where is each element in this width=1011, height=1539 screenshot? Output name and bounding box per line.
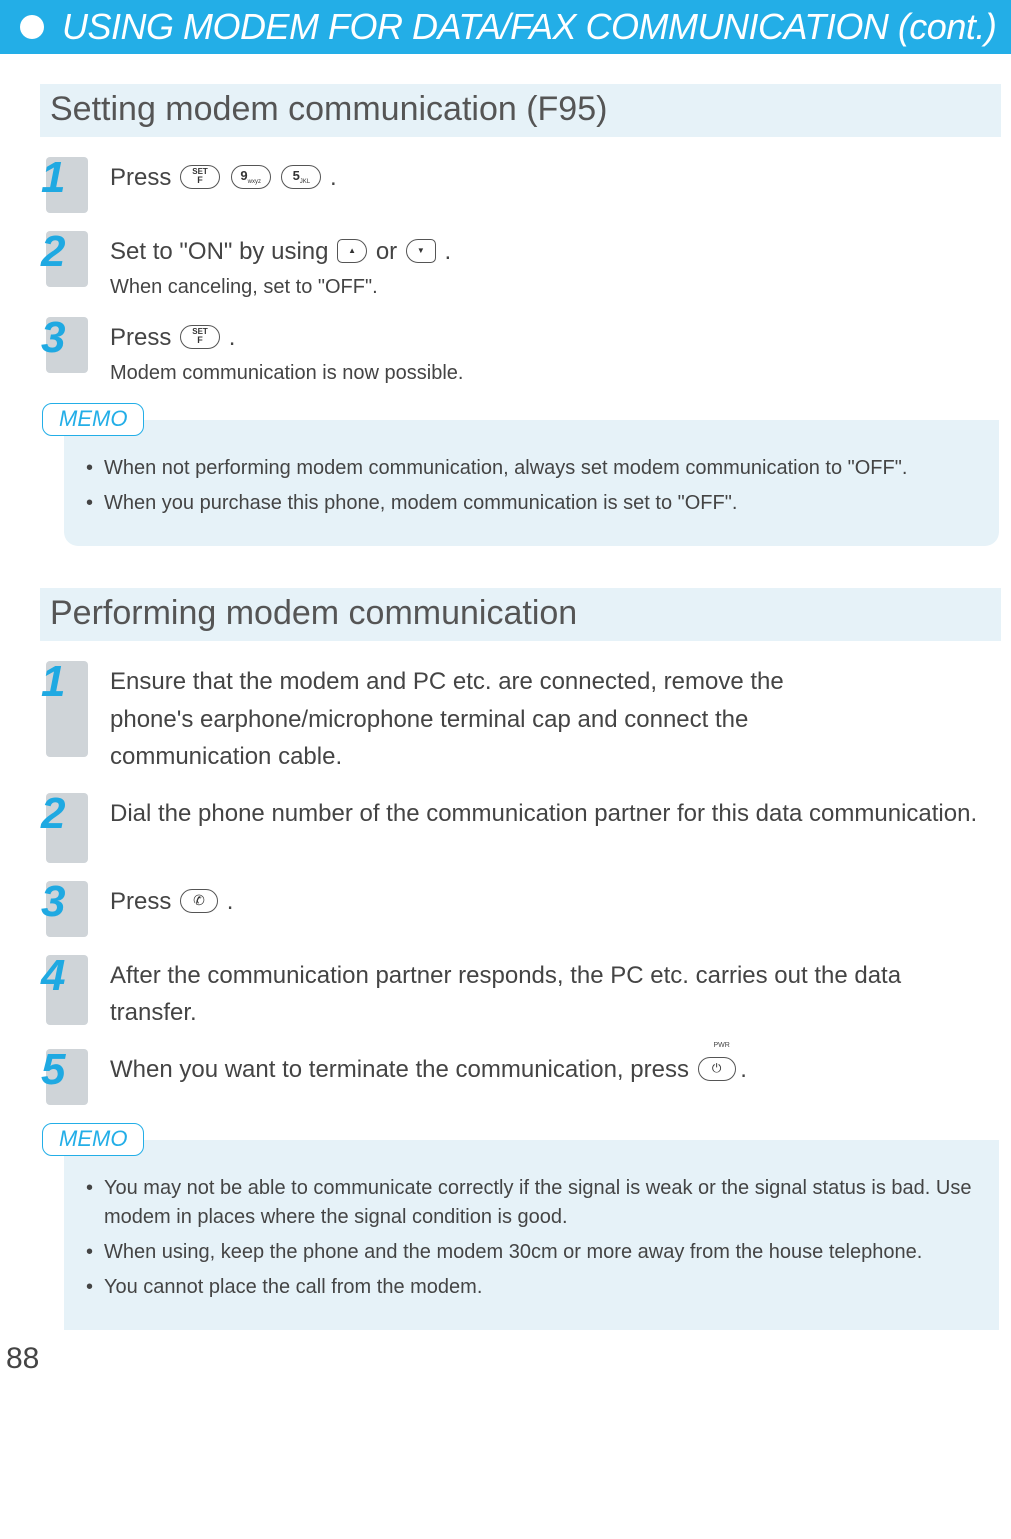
section-title: Performing modem communication (50, 594, 991, 633)
step-text: Set to "ON" by using or . (110, 233, 991, 270)
step: 5 When you want to terminate the communi… (46, 1049, 991, 1105)
nine-key-icon (231, 165, 271, 189)
step-subtext: Modem communication is now possible. (110, 362, 991, 385)
step: 3 Press . (46, 881, 991, 937)
power-key-label: PWR (710, 1041, 734, 1052)
step-number: 2 (41, 789, 65, 839)
section-title: Setting modem communication (F95) (50, 90, 991, 129)
step: 2 Dial the phone number of the communica… (46, 793, 991, 863)
step: 3 Press SETF . Modem communication is no… (46, 317, 991, 385)
step-text: After the communication partner responds… (110, 957, 991, 1031)
step-text: Dial the phone number of the communicati… (110, 795, 991, 832)
step-number-badge: 2 (46, 231, 88, 287)
step-number: 5 (41, 1045, 65, 1095)
step-number: 4 (41, 951, 65, 1001)
step-number-badge: 3 (46, 317, 88, 373)
memo-block: MEMO You may not be able to communicate … (46, 1123, 999, 1330)
step: 1 Press SETF . (46, 157, 991, 213)
step: 1 Ensure that the modem and PC etc. are … (46, 661, 991, 775)
text: . (330, 164, 337, 191)
step-number: 1 (41, 657, 65, 707)
text: . (227, 888, 234, 915)
text: or (376, 238, 404, 265)
step-number: 1 (41, 153, 65, 203)
text: . (740, 1056, 747, 1083)
text: . (229, 324, 236, 351)
text: Press (110, 888, 178, 915)
step-text: Ensure that the modem and PC etc. are co… (110, 663, 830, 775)
page-title: USING MODEM FOR DATA/FAX COMMUNICATION (… (62, 6, 996, 48)
memo-item: You may not be able to communicate corre… (86, 1174, 977, 1232)
step-subtext: When canceling, set to "OFF". (110, 276, 991, 299)
step-number-badge: 2 (46, 793, 88, 863)
set-key-icon: SETF (180, 325, 220, 349)
text: . (445, 238, 452, 265)
section-heading: Performing modem communication (40, 588, 1001, 641)
step-number-badge: 4 (46, 955, 88, 1025)
five-key-icon (281, 165, 321, 189)
page-number: 88 (6, 1342, 39, 1376)
text: Press (110, 324, 178, 351)
step-number-badge: 1 (46, 157, 88, 213)
step: 2 Set to "ON" by using or . When canceli… (46, 231, 991, 299)
power-key-icon (698, 1057, 736, 1081)
step-text: Press . (110, 883, 991, 920)
text: When you want to terminate the communica… (110, 1056, 696, 1083)
memo-block: MEMO When not performing modem communica… (46, 403, 999, 546)
memo-box: You may not be able to communicate corre… (64, 1140, 999, 1330)
memo-item: When using, keep the phone and the modem… (86, 1238, 977, 1267)
step: 4 After the communication partner respon… (46, 955, 991, 1031)
memo-item: When you purchase this phone, modem comm… (86, 489, 977, 518)
set-key-icon: SETF (180, 165, 220, 189)
page-header: USING MODEM FOR DATA/FAX COMMUNICATION (… (0, 0, 1011, 54)
step-number-badge: 5 (46, 1049, 88, 1105)
header-bullet-icon (20, 15, 44, 39)
section-heading: Setting modem communication (F95) (40, 84, 1001, 137)
memo-item: When not performing modem communication,… (86, 454, 977, 483)
step-number-badge: 3 (46, 881, 88, 937)
memo-item: You cannot place the call from the modem… (86, 1273, 977, 1302)
memo-label: MEMO (42, 403, 144, 436)
step-number: 3 (41, 877, 65, 927)
memo-label: MEMO (42, 1123, 144, 1156)
memo-box: When not performing modem communication,… (64, 420, 999, 546)
text: Set to "ON" by using (110, 238, 335, 265)
step-text: Press SETF . (110, 159, 991, 196)
down-arrow-key-icon (406, 239, 436, 263)
text: Press (110, 164, 178, 191)
step-text: Press SETF . (110, 319, 991, 356)
step-number: 3 (41, 313, 65, 363)
call-key-icon (180, 889, 218, 913)
step-number-badge: 1 (46, 661, 88, 757)
step-text: When you want to terminate the communica… (110, 1051, 991, 1088)
step-number: 2 (41, 227, 65, 277)
up-arrow-key-icon (337, 239, 367, 263)
